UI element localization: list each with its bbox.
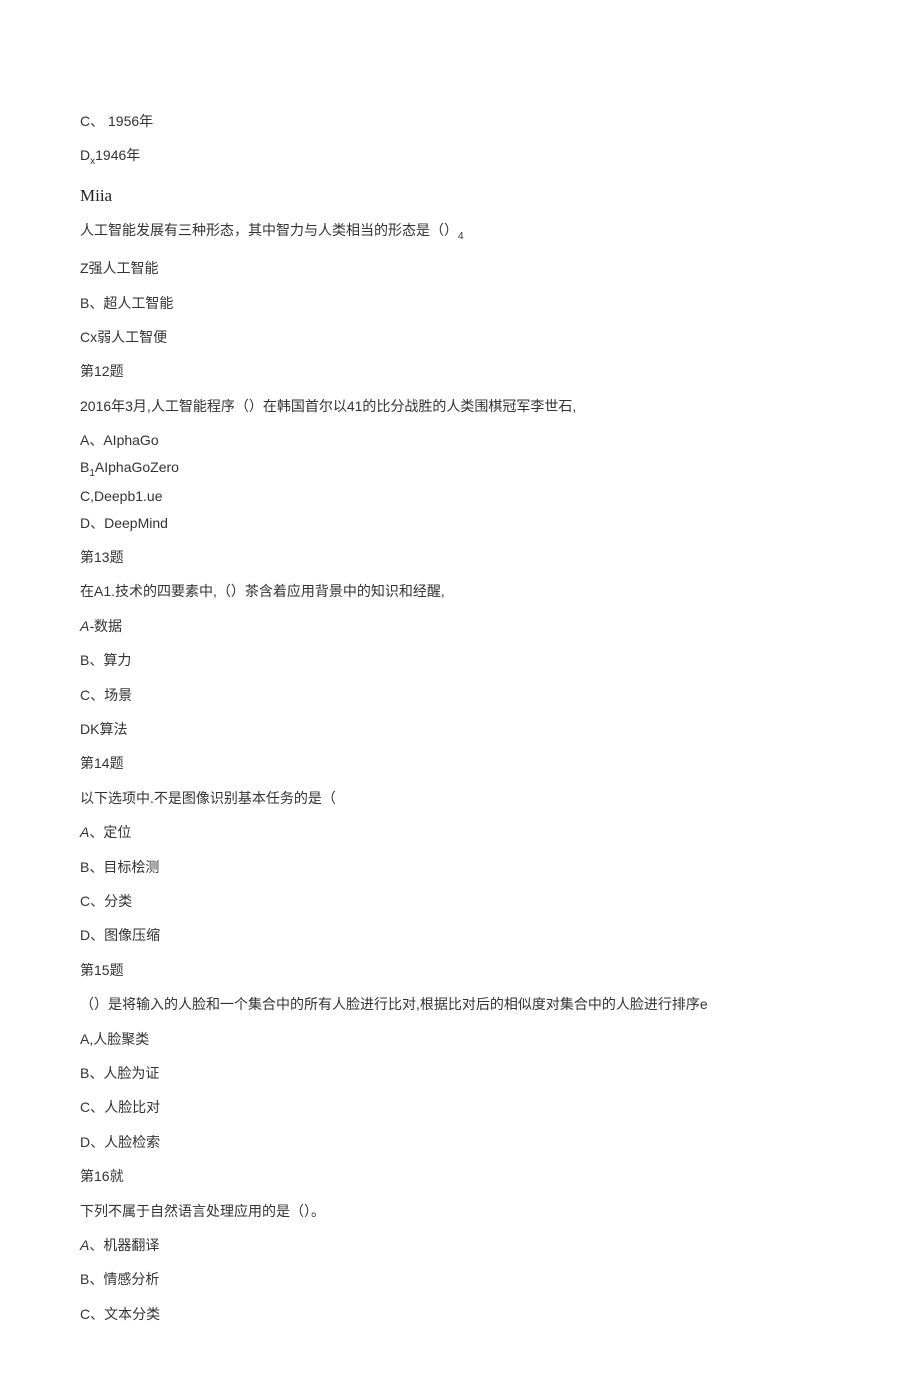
q13-option-c: C、场景 <box>80 684 840 706</box>
q16-option-a: A、机器翻译 <box>80 1234 840 1256</box>
option-d-letter: D <box>80 147 90 163</box>
question-14-header: 第14题 <box>80 752 840 774</box>
question-16-header: 第16就 <box>80 1165 840 1187</box>
q16-option-b: B、情感分析 <box>80 1268 840 1290</box>
question-15-stem: （）是将输入的人脸和一个集合中的所有人脸进行比对,根据比对后的相似度对集合中的人… <box>80 993 840 1015</box>
question-13-header: 第13题 <box>80 546 840 568</box>
q14-option-b: B、目标桧测 <box>80 856 840 878</box>
q13-a-text: 数据 <box>94 618 122 634</box>
q14-a-text: 、定位 <box>89 824 131 840</box>
q11-option-c: Cx弱人工智便 <box>80 326 840 348</box>
q16-a-text: 、机器翻译 <box>89 1237 159 1253</box>
q11-option-b: B、超人工智能 <box>80 292 840 314</box>
q13-option-d: DK算法 <box>80 718 840 740</box>
option-c: C、 1956年 <box>80 110 840 132</box>
q13-option-a: A-数据 <box>80 615 840 637</box>
q14-option-c: C、分类 <box>80 890 840 912</box>
q13-a-letter: A- <box>80 618 94 634</box>
q14-option-d: D、图像压缩 <box>80 924 840 946</box>
q11-option-a: Z强人工智能 <box>80 257 840 279</box>
question-14-stem: 以下选项中.不是图像识别基本任务的是（ <box>80 787 840 809</box>
q16-option-c: C、文本分类 <box>80 1303 840 1325</box>
question-15-header: 第15题 <box>80 959 840 981</box>
question-13-stem: 在A1.技术的四要素中,（）茶含着应用背景中的知识和经醒, <box>80 580 840 602</box>
question-12-stem: 2016年3月,人工智能程序（）在韩国首尔以41的比分战胜的人类围棋冠军李世石, <box>80 395 840 417</box>
q12-option-c: C,Deepb1.ue <box>80 485 840 507</box>
q13-option-b: B、算力 <box>80 649 840 671</box>
option-d: Dx1946年 <box>80 144 840 170</box>
q12-option-b: B1AIphaGoZero <box>80 456 840 482</box>
heading-miia: Miia <box>80 182 840 209</box>
q12-option-d: D、DeepMind <box>80 512 840 534</box>
option-d-text: 1946年 <box>95 147 140 163</box>
q14-a-letter: A <box>80 824 89 840</box>
question-12-header: 第12题 <box>80 360 840 382</box>
question-11-stem: 人工智能发展有三种形态，其中智力与人类相当的形态是（）4 <box>80 219 840 245</box>
q15-option-b: B、人脸为证 <box>80 1062 840 1084</box>
question-16-stem: 下列不属于自然语言处理应用的是（）。 <box>80 1200 840 1222</box>
q15-option-a: A,人脸聚类 <box>80 1028 840 1050</box>
q16-a-letter: A <box>80 1237 89 1253</box>
q12-option-a: A、AIphaGo <box>80 429 840 451</box>
q15-option-d: D、人脸检索 <box>80 1131 840 1153</box>
question-11-text: 人工智能发展有三种形态，其中智力与人类相当的形态是（） <box>80 222 458 238</box>
q12-b-letter: B <box>80 459 89 475</box>
question-11-sub: 4 <box>458 231 464 242</box>
q15-option-c: C、人脸比对 <box>80 1096 840 1118</box>
q12-b-text: AIphaGoZero <box>95 459 179 475</box>
q14-option-a: A、定位 <box>80 821 840 843</box>
